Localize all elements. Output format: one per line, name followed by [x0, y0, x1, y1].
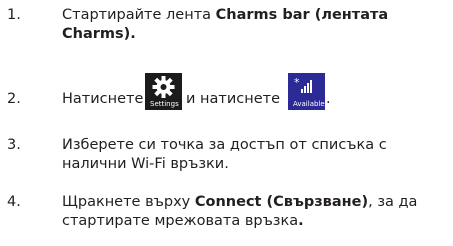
- settings-tile: Settings: [145, 73, 182, 110]
- step-number: 1.: [7, 7, 21, 23]
- network-tile: * Available: [288, 73, 325, 110]
- step-text-bold: Connect (Свързване): [194, 194, 369, 210]
- step-text-plain: и натиснете: [186, 91, 281, 107]
- step-number: 3.: [7, 137, 21, 153]
- step-text-plain: Натиснете: [62, 91, 144, 107]
- network-tile-label: Available: [293, 100, 325, 108]
- svg-text:*: *: [294, 76, 300, 89]
- settings-tile-label: Settings: [150, 100, 179, 108]
- step-number: 2.: [7, 91, 21, 107]
- step-text-bold: .: [298, 213, 304, 229]
- step-text-plain: .: [326, 91, 331, 107]
- step-text: Щракнете върху Connect (Свързване), за д…: [62, 193, 442, 231]
- wifi-signal-icon: *: [294, 76, 312, 93]
- step-text: Изберете си точка за достъп от списъка с…: [62, 137, 387, 172]
- gear-icon: [152, 76, 175, 98]
- step-text: Стартирайте лента Charms bar (лентата Ch…: [62, 6, 442, 44]
- step-text-plain: Стартирайте лента: [62, 7, 216, 23]
- step-text-plain: Щракнете върху: [62, 194, 195, 210]
- step-number: 4.: [7, 194, 21, 210]
